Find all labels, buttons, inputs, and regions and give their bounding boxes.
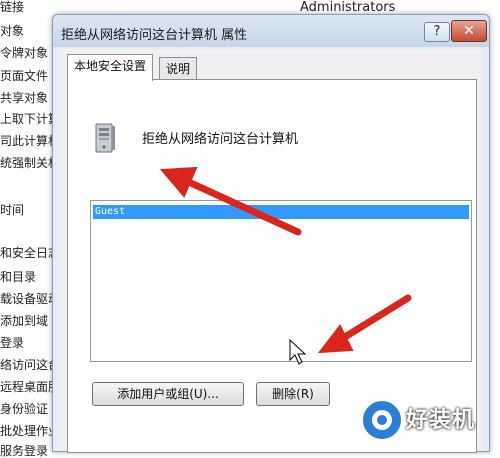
policy-list-item[interactable]: 共享对象 [0, 91, 48, 105]
users-listbox[interactable]: Guest [90, 200, 472, 362]
policy-list-item[interactable]: 服务登录 [0, 444, 48, 458]
policy-list-item[interactable]: 载设备驱动 [0, 292, 60, 306]
policy-list-item[interactable]: 身份验证 [0, 402, 48, 416]
remove-button[interactable]: 删除(R) [256, 382, 330, 406]
policy-list-item[interactable]: 登录 [0, 336, 24, 350]
policy-list-item[interactable]: 远程桌面服 [0, 380, 60, 394]
policy-list-item[interactable]: 上取下计算 [0, 112, 60, 126]
policy-list-item[interactable]: 和安全日志 [0, 246, 60, 260]
dialog-client-area: 本地安全设置 说明 拒绝从网络访问这台计算机 Guest 添加用户或组(U)..… [59, 49, 483, 453]
computer-server-icon [95, 123, 115, 153]
policy-list-item[interactable]: 统强制关机 [0, 156, 60, 170]
dialog-titlebar[interactable]: 拒绝从网络访问这台计算机 属性 ? ✕ [53, 15, 489, 47]
tab-explain[interactable]: 说明 [159, 57, 198, 80]
add-user-or-group-button[interactable]: 添加用户或组(U)... [92, 382, 244, 406]
policy-list-item[interactable]: 添加到域 [0, 314, 48, 328]
close-button[interactable]: ✕ [451, 20, 487, 42]
list-item[interactable]: Guest [93, 205, 469, 219]
policy-list-item[interactable]: 页面文件 [0, 69, 48, 83]
policy-list-item[interactable]: 司此计算机 [0, 134, 60, 148]
security-setting-column-header[interactable]: Administrators [300, 0, 395, 15]
watermark-logo-icon [361, 399, 403, 441]
policy-list-item[interactable]: 令牌对象 [0, 46, 48, 60]
tab-local-security-setting[interactable]: 本地安全设置 [67, 54, 154, 81]
watermark: 好装机 [360, 396, 500, 444]
policy-list-item[interactable]: 对象 [0, 24, 24, 38]
properties-dialog: 拒绝从网络访问这台计算机 属性 ? ✕ 本地安全设置 说明 拒绝从网络访问这台计… [52, 14, 490, 453]
policy-list-item[interactable]: 时间 [0, 203, 24, 217]
help-button[interactable]: ? [424, 22, 450, 42]
policy-list-background: 链接 对象 令牌对象 页面文件 共享对象 上取下计算 司此计算机 统强制关机 时… [0, 0, 60, 458]
policy-list-item[interactable]: 和目录 [0, 270, 36, 284]
watermark-text: 好装机 [406, 408, 476, 433]
policy-list-item[interactable]: 链接 [0, 0, 24, 14]
policy-list-item[interactable]: 批处理作业 [0, 424, 60, 438]
dialog-title: 拒绝从网络访问这台计算机 属性 [61, 28, 248, 43]
policy-list-item[interactable]: 络访问这台 [0, 358, 60, 372]
policy-name-label: 拒绝从网络访问这台计算机 [142, 132, 299, 147]
